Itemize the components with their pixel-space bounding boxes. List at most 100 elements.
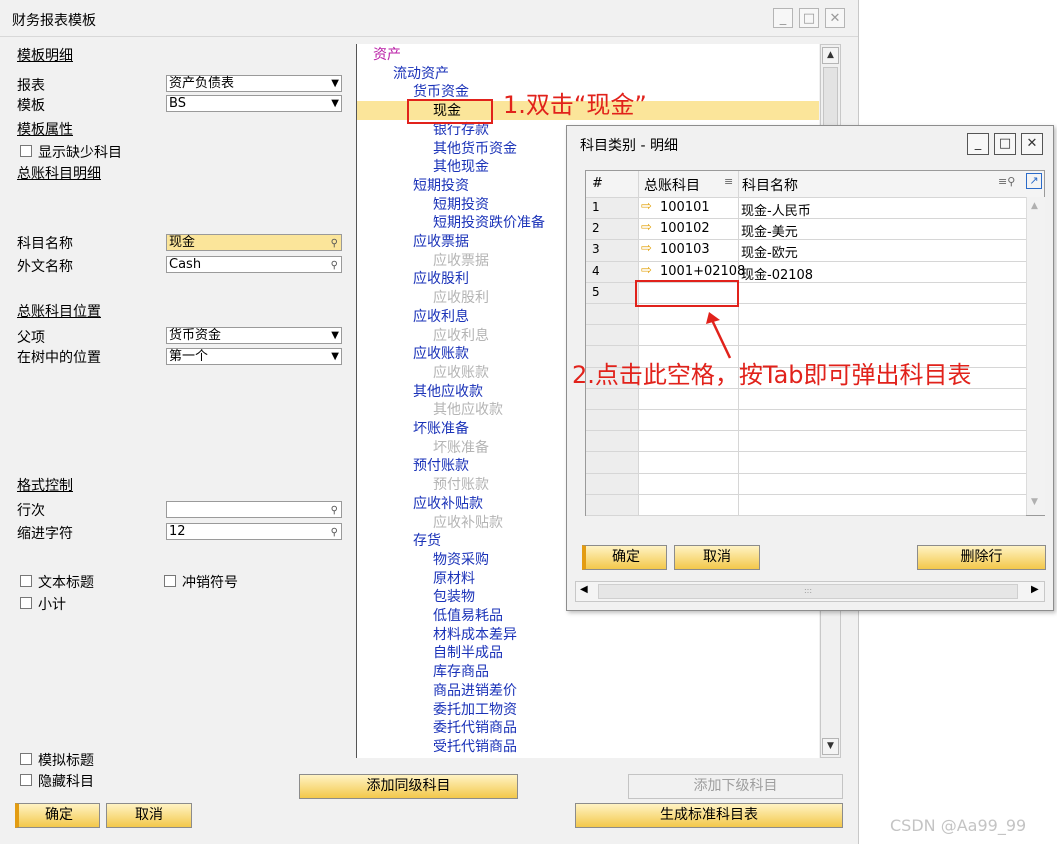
hscroll-thumb[interactable]: :::	[598, 584, 1018, 599]
report-label: 报表	[17, 78, 45, 94]
popup-ok-button[interactable]: 确定	[582, 545, 667, 570]
col-name-header[interactable]: 科目名称	[742, 175, 798, 195]
tree-node[interactable]: 物资采购	[433, 549, 489, 569]
scroll-up-icon[interactable]: ▲	[1031, 201, 1038, 211]
link-arrow-icon[interactable]: ⇨	[641, 241, 652, 256]
delete-row-button[interactable]: 删除行	[917, 545, 1046, 570]
arrow-annotation-icon	[706, 312, 732, 359]
col-gl-header[interactable]: 总账科目	[644, 175, 700, 195]
scroll-down-icon[interactable]: ▼	[822, 738, 839, 755]
acct-name-field[interactable]: 现金 ⚲	[166, 234, 342, 251]
tree-node[interactable]: 短期投资	[413, 175, 469, 195]
subtotal-checkbox[interactable]	[20, 597, 32, 609]
text-title-checkbox[interactable]	[20, 575, 32, 587]
gl-account-cell[interactable]: 100102	[660, 221, 710, 236]
tree-node[interactable]: 应收票据	[413, 231, 469, 251]
tree-node[interactable]: 受托代销商品	[433, 736, 517, 756]
foreign-name-field[interactable]: Cash ⚲	[166, 256, 342, 273]
gl-account-cell[interactable]: 100101	[660, 200, 710, 215]
close-button[interactable]: ✕	[825, 8, 845, 28]
tree-node[interactable]: 流动资产	[393, 63, 449, 83]
section-gl-detail: 总账科目明细	[17, 166, 101, 182]
tree-node[interactable]: 委托代销商品	[433, 717, 517, 737]
tree-node[interactable]: 存货	[413, 530, 441, 550]
report-select[interactable]: 资产负债表 ▼	[166, 75, 342, 92]
link-arrow-icon[interactable]: ⇨	[641, 220, 652, 235]
account-name-cell[interactable]: 现金-美元	[741, 221, 798, 240]
tree-node[interactable]: 坏账准备	[433, 437, 489, 457]
tree-pos-select[interactable]: 第一个 ▼	[166, 348, 342, 365]
scroll-right-icon[interactable]: ▶	[1031, 584, 1039, 595]
gl-account-cell[interactable]: 1001+02108	[660, 264, 745, 279]
link-arrow-icon[interactable]: ⇨	[641, 199, 652, 214]
tree-node[interactable]: 应收账款	[433, 362, 489, 382]
tree-node[interactable]: 预付账款	[433, 474, 489, 494]
maximize-button[interactable]: □	[994, 133, 1016, 155]
popup-hscrollbar[interactable]: ◀ ::: ▶	[575, 581, 1045, 602]
tree-node[interactable]: 应收补贴款	[433, 512, 503, 532]
tree-node[interactable]: 应收股利	[433, 287, 489, 307]
tree-node[interactable]: 商品进销差价	[433, 680, 517, 700]
tree-node[interactable]: 应收利息	[433, 325, 489, 345]
title-bar: 财务报表模板 _ □ ✕	[0, 0, 858, 37]
account-name-cell[interactable]: 现金-欧元	[741, 242, 798, 261]
popup-cancel-button[interactable]: 取消	[674, 545, 760, 570]
tree-node[interactable]: 预付账款	[413, 455, 469, 475]
dummy-title-checkbox[interactable]	[20, 753, 32, 765]
detail-grid[interactable]: # 总账科目 ≡ 科目名称 ≡⚲ ↗ 1 ⇨ 100101 现金-人民币 2 ⇨ 10010…	[585, 170, 1045, 516]
tree-node[interactable]: 坏账准备	[413, 418, 469, 438]
tree-node[interactable]: 材料成本差异	[433, 624, 517, 644]
popup-title: 科目类别 - 明细	[580, 138, 678, 154]
tree-node[interactable]: 自制半成品	[433, 642, 503, 662]
tree-node[interactable]: 应收股利	[413, 268, 469, 288]
tree-node[interactable]: 应收账款	[413, 343, 469, 363]
row-field[interactable]: ⚲	[166, 501, 342, 518]
minimize-button[interactable]: _	[967, 133, 989, 155]
tree-node[interactable]: 应收利息	[413, 306, 469, 326]
hide-acct-checkbox[interactable]	[20, 774, 32, 786]
link-arrow-icon[interactable]: ⇨	[641, 263, 652, 278]
tree-node[interactable]: 低值易耗品	[433, 605, 503, 625]
close-button[interactable]: ✕	[1021, 133, 1043, 155]
watermark: CSDN @Aa99_99	[890, 816, 1027, 835]
tree-node[interactable]: 其他应收款	[413, 381, 483, 401]
ok-button[interactable]: 确定	[15, 803, 100, 828]
section-gl-position: 总账科目位置	[17, 304, 101, 320]
subtotal-label: 小计	[38, 597, 66, 613]
expand-icon[interactable]: ↗	[1026, 173, 1042, 189]
add-sub-level-button[interactable]: 添加下级科目	[628, 774, 843, 799]
show-missing-checkbox[interactable]	[20, 145, 32, 157]
indent-label: 缩进字符	[17, 526, 73, 542]
gl-account-cell[interactable]: 100103	[660, 242, 710, 257]
tree-node[interactable]: 原材料	[433, 568, 475, 588]
account-name-cell[interactable]: 现金-02108	[741, 264, 813, 283]
generate-std-button[interactable]: 生成标准科目表	[575, 803, 843, 828]
tree-node[interactable]: 应收补贴款	[413, 493, 483, 513]
minimize-button[interactable]: _	[773, 8, 793, 28]
indent-field[interactable]: 12 ⚲	[166, 523, 342, 540]
tree-node[interactable]: 短期投资跌价准备	[433, 212, 545, 232]
filter-icon[interactable]: ≡⚲	[998, 175, 1015, 188]
parent-select[interactable]: 货币资金 ▼	[166, 327, 342, 344]
tree-node[interactable]: 库存商品	[433, 661, 489, 681]
template-select[interactable]: BS ▼	[166, 95, 342, 112]
add-same-level-button[interactable]: 添加同级科目	[299, 774, 518, 799]
scroll-down-icon[interactable]: ▼	[1031, 497, 1038, 507]
scroll-up-icon[interactable]: ▲	[822, 47, 839, 64]
tree-node[interactable]: 包装物	[433, 586, 475, 606]
tree-node[interactable]: 其他现金	[433, 156, 489, 176]
maximize-button[interactable]: □	[799, 8, 819, 28]
account-name-cell[interactable]: 现金-人民币	[741, 200, 811, 219]
tree-node[interactable]: 其他货币资金	[433, 138, 517, 158]
tree-node[interactable]: 应收票据	[433, 250, 489, 270]
row-number: 1	[592, 200, 600, 214]
tree-node[interactable]: 资产	[373, 44, 401, 64]
tree-node[interactable]: 委托加工物资	[433, 699, 517, 719]
scroll-left-icon[interactable]: ◀	[580, 584, 588, 595]
cancel-button[interactable]: 取消	[106, 803, 192, 828]
acct-name-value: 现金	[169, 235, 196, 250]
tree-node[interactable]: 短期投资	[433, 194, 489, 214]
tree-node[interactable]: 其他应收款	[433, 399, 503, 419]
reversal-checkbox[interactable]	[164, 575, 176, 587]
grid-scrollbar[interactable]: ▲ ▼	[1026, 197, 1045, 515]
